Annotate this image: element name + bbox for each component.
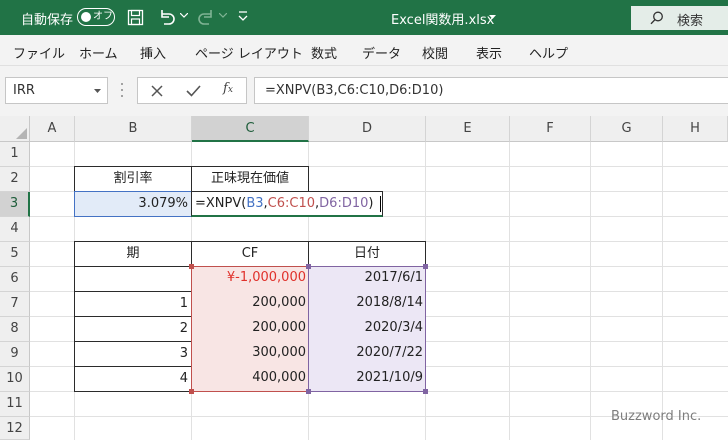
row-header-6[interactable]: 6	[0, 267, 30, 292]
cell-editor-formula: =XNPV(B3,C6:C10,D6:D10)	[195, 196, 373, 211]
redo-icon[interactable]	[196, 8, 216, 26]
row-header-5[interactable]: 5	[0, 242, 30, 267]
cell-b7[interactable]: 1	[74, 291, 192, 317]
cell-b9[interactable]: 3	[74, 341, 192, 367]
cell-d5[interactable]: 日付	[308, 241, 426, 267]
cell-c5[interactable]: CF	[191, 241, 309, 267]
ref-handle[interactable]	[306, 264, 311, 269]
column-header-d[interactable]: D	[309, 116, 426, 142]
formula-buttons: fx	[137, 77, 247, 104]
ref-handle[interactable]	[423, 264, 428, 269]
ref-box-cf	[189, 264, 311, 394]
filename-dropdown-icon[interactable]	[489, 15, 496, 20]
formula-part: =XNPV(	[195, 196, 247, 211]
column-header-c[interactable]: C	[192, 116, 309, 142]
ref-handle[interactable]	[189, 389, 194, 394]
cell-b6[interactable]	[74, 266, 192, 292]
column-header-f[interactable]: F	[510, 116, 591, 142]
cell-editor[interactable]: =XNPV(B3,C6:C10,D6:D10)	[191, 191, 383, 217]
formula-text: =XNPV(B3,C6:C10,D6:D10)	[265, 83, 444, 98]
tab-help[interactable]: ヘルプ	[529, 43, 568, 62]
formula-ref-b3: B3	[246, 196, 264, 211]
cell-b10[interactable]: 4	[74, 366, 192, 392]
row-header-9[interactable]: 9	[0, 342, 30, 367]
column-header-h[interactable]: H	[663, 116, 728, 142]
tab-formulas[interactable]: 数式	[311, 43, 337, 62]
ref-box-date	[306, 264, 428, 394]
insert-function-icon[interactable]: fx	[223, 81, 233, 96]
formula-ref-date: D6:D10	[319, 196, 369, 211]
tab-view[interactable]: 表示	[476, 43, 502, 62]
row-header-7[interactable]: 7	[0, 292, 30, 317]
cell-b2[interactable]: 割引率	[74, 166, 192, 192]
toggle-knob	[81, 11, 91, 22]
text-cursor	[380, 196, 381, 212]
ref-handle[interactable]	[189, 264, 194, 269]
ribbon-tabs: ファイル ホーム 挿入 ページ レイアウト 数式 データ 校閲 表示 ヘルプ	[0, 35, 728, 66]
column-header-e[interactable]: E	[426, 116, 510, 142]
select-all-button[interactable]	[0, 116, 30, 142]
save-icon[interactable]	[127, 9, 144, 26]
formula-bar-splitter-icon[interactable]	[120, 80, 124, 100]
tab-file[interactable]: ファイル	[13, 43, 65, 62]
tab-page-layout[interactable]: ページ レイアウト	[195, 43, 303, 62]
ref-box-b3	[74, 191, 192, 217]
tab-home[interactable]: ホーム	[79, 43, 118, 62]
autosave-label: 自動保存	[21, 13, 74, 28]
cell-b5[interactable]: 期	[74, 241, 192, 267]
row-header-8[interactable]: 8	[0, 317, 30, 342]
row-header-1[interactable]: 1	[0, 142, 30, 167]
tab-data[interactable]: データ	[362, 43, 401, 62]
name-box[interactable]: IRR	[5, 77, 108, 104]
name-box-value: IRR	[13, 83, 35, 98]
ref-handle[interactable]	[306, 389, 311, 394]
watermark: Buzzword Inc.	[611, 409, 702, 424]
tab-insert[interactable]: 挿入	[140, 43, 166, 62]
column-header-b[interactable]: B	[75, 116, 192, 142]
search-label: 検索	[677, 14, 704, 29]
row-header-2[interactable]: 2	[0, 167, 30, 192]
file-name[interactable]: Excel関数用.xlsx	[391, 9, 494, 28]
row-header-4[interactable]: 4	[0, 217, 30, 242]
row-header-11[interactable]: 11	[0, 392, 30, 417]
name-box-dropdown-icon[interactable]	[94, 89, 101, 94]
column-header-a[interactable]: A	[30, 116, 75, 142]
formula-input[interactable]: =XNPV(B3,C6:C10,D6:D10)	[254, 77, 728, 104]
tab-review[interactable]: 校閲	[422, 43, 448, 62]
formula-part: )	[368, 196, 374, 211]
row-header-12[interactable]: 12	[0, 417, 30, 440]
redo-dropdown-icon[interactable]	[219, 13, 227, 19]
ref-handle[interactable]	[423, 389, 428, 394]
autosave-state: オフ	[93, 11, 113, 22]
cancel-icon[interactable]	[151, 85, 163, 97]
cell-c2[interactable]: 正味現在価値	[191, 166, 309, 192]
enter-check-icon[interactable]	[186, 84, 201, 97]
undo-icon[interactable]	[157, 8, 177, 26]
column-header-g[interactable]: G	[591, 116, 663, 142]
customize-toolbar-icon[interactable]	[238, 10, 248, 22]
select-all-triangle-icon	[16, 128, 27, 139]
undo-dropdown-icon[interactable]	[180, 13, 188, 19]
cell-b8[interactable]: 2	[74, 316, 192, 342]
search-icon	[650, 11, 663, 25]
title-bar: 自動保存 オフ Excel関数用.xlsx 検索	[0, 0, 728, 35]
row-header-3[interactable]: 3	[0, 192, 30, 217]
search-box[interactable]: 検索	[631, 6, 728, 30]
autosave-toggle[interactable]: オフ	[77, 8, 115, 26]
row-header-10[interactable]: 10	[0, 367, 30, 392]
formula-ref-cf: C6:C10	[267, 196, 316, 211]
